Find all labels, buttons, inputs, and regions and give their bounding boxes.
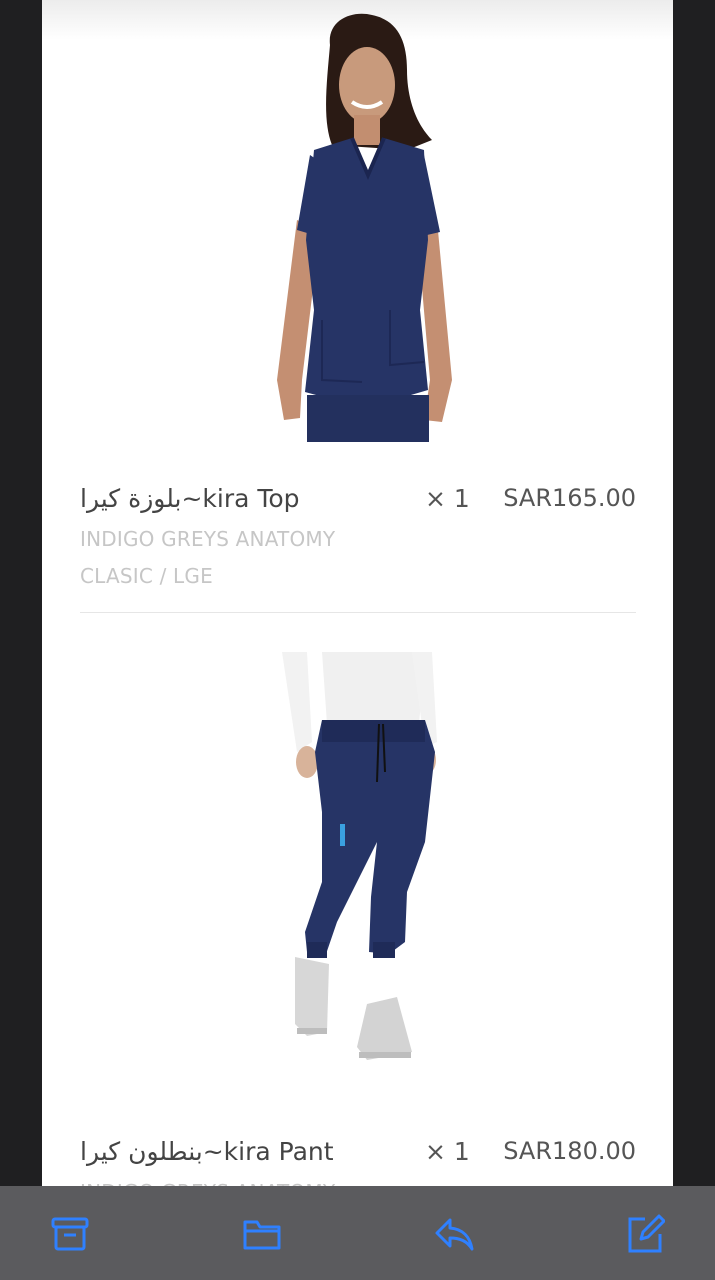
archive-icon xyxy=(51,1217,89,1251)
item-size: CLASIC / LGE xyxy=(80,564,213,588)
compose-button[interactable] xyxy=(625,1214,666,1254)
kira-top-product-image[interactable] xyxy=(202,10,502,442)
item-name: بلوزة كيرا~kira Top xyxy=(80,484,300,513)
item-name: بنطلون كيرا~kira Pant xyxy=(80,1137,334,1166)
compose-icon xyxy=(628,1214,666,1253)
bottom-toolbar xyxy=(0,1186,715,1280)
item-quantity: × 1 xyxy=(425,484,470,513)
kira-pant-product-image[interactable] xyxy=(267,652,447,1064)
item-price: SAR180.00 xyxy=(503,1137,636,1165)
email-content-sheet: بلوزة كيرا~kira Top × 1 SAR165.00 INDIGO… xyxy=(42,0,673,1190)
reply-button[interactable] xyxy=(434,1214,474,1254)
item-price: SAR165.00 xyxy=(503,484,636,512)
item-quantity: × 1 xyxy=(425,1137,470,1166)
folder-icon xyxy=(243,1220,281,1250)
item-variant: INDIGO GREYS ANATOMY xyxy=(80,527,336,551)
reply-icon xyxy=(435,1218,474,1251)
item-divider xyxy=(80,612,636,613)
archive-button[interactable] xyxy=(50,1214,90,1254)
move-to-folder-button[interactable] xyxy=(242,1214,282,1254)
